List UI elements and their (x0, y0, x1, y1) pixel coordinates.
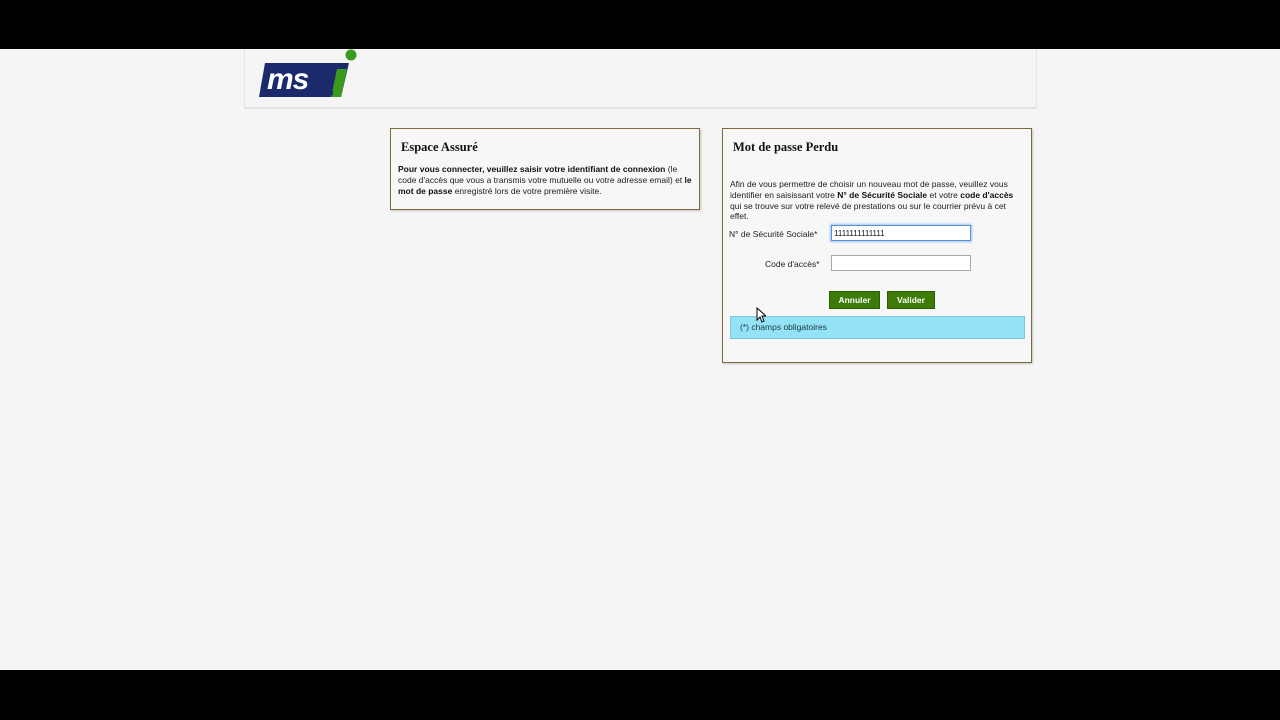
code-label: Code d'accès* (765, 259, 820, 269)
secu-label: N° de Sécurité Sociale* (729, 229, 817, 239)
annuler-button[interactable]: Annuler (829, 291, 880, 309)
site-header: ms (244, 49, 1037, 109)
intro-text-2: et votre (929, 189, 958, 200)
code-label-text: Code d'accès (765, 259, 817, 269)
required-fields-text: (*) champs obligatoires (740, 322, 827, 332)
secu-required-mark: * (814, 229, 818, 239)
msi-logo[interactable]: ms (257, 49, 357, 101)
valider-button[interactable]: Valider (887, 291, 935, 309)
secu-input[interactable] (831, 225, 971, 241)
mot-de-passe-perdu-panel: Mot de passe Perdu Afin de vous permettr… (722, 128, 1032, 363)
mouse-pointer-icon (756, 307, 766, 323)
secu-label-text: N° de Sécurité Sociale (729, 229, 815, 239)
page-viewport: ms Espace Assuré Pour vous connecter, ve… (0, 49, 1280, 670)
required-fields-notice: (*) champs obligatoires (730, 316, 1025, 339)
espace-assure-panel: Espace Assuré Pour vous connecter, veuil… (390, 128, 700, 210)
espace-assure-description: Pour vous connecter, veuillez saisir vot… (398, 164, 694, 196)
espace-assure-title: Espace Assuré (401, 140, 478, 154)
espace-assure-text-2: enregistré lors de votre première visite… (454, 185, 602, 196)
code-acces-input[interactable] (831, 255, 971, 271)
intro-bold-code: code d'accès (960, 189, 1014, 200)
code-required-mark: * (816, 259, 820, 269)
intro-text-3: qui se trouve sur votre relevé de presta… (730, 200, 1006, 222)
mot-de-passe-perdu-intro: Afin de vous permettre de choisir un nou… (730, 179, 1026, 222)
intro-bold-secu: N° de Sécurité Sociale (837, 189, 928, 200)
mot-de-passe-perdu-title: Mot de passe Perdu (733, 140, 839, 154)
espace-assure-text-bold-1: Pour vous connecter, veuillez saisir vot… (398, 164, 666, 174)
